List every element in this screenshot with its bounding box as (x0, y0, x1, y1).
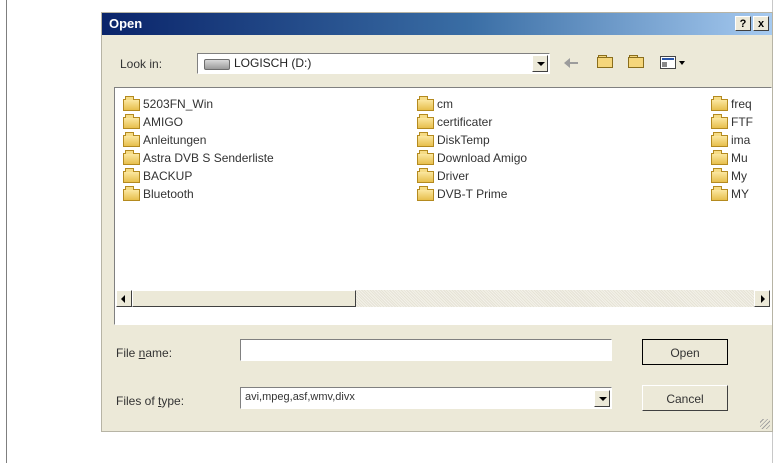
new-folder-icon[interactable] (626, 53, 648, 73)
folder-icon (123, 150, 140, 165)
look-in-label: Look in: (120, 57, 163, 71)
file-name-input[interactable] (240, 339, 612, 361)
folder-icon (711, 168, 728, 183)
files-of-type-select[interactable]: avi,mpeg,asf,wmv,divx (240, 387, 612, 409)
resize-grip-icon[interactable] (760, 419, 770, 429)
title-bar[interactable]: Open ? x (102, 13, 772, 35)
look-in-combo[interactable]: LOGISCH (D:) (197, 53, 550, 74)
files-of-type-value: avi,mpeg,asf,wmv,divx (245, 391, 355, 403)
folder-icon (417, 150, 434, 165)
folder-icon (711, 96, 728, 111)
dialog-title: Open (109, 16, 143, 31)
folder-icon (417, 132, 434, 147)
back-icon[interactable] (564, 53, 584, 73)
folder-icon (417, 96, 434, 111)
up-folder-icon[interactable] (595, 53, 617, 73)
file-name-label: File name: (116, 346, 173, 360)
folder-icon (417, 114, 434, 129)
open-dialog: Open ? x Look in: LOGISCH (D:) 5203FN_Wi… (101, 12, 773, 432)
folder-icon (417, 186, 434, 201)
scrollbar-thumb[interactable] (132, 290, 356, 307)
look-in-value: LOGISCH (D:) (234, 56, 312, 70)
open-button[interactable]: Open (642, 339, 728, 365)
files-of-type-label: Files of type: (116, 394, 185, 408)
drive-icon (204, 59, 230, 70)
folder-icon (711, 114, 728, 129)
folder-icon (123, 168, 140, 183)
folder-icon (123, 186, 140, 201)
page-frame-left (6, 0, 7, 463)
folder-icon (123, 114, 140, 129)
folder-icon (711, 132, 728, 147)
cancel-button[interactable]: Cancel (642, 385, 728, 411)
chevron-down-icon[interactable] (594, 390, 610, 407)
file-list[interactable]: 5203FN_Win AMIGO Anleitungen Astra DVB S… (114, 87, 772, 325)
help-button[interactable]: ? (735, 16, 751, 31)
scroll-right-icon[interactable] (754, 290, 770, 307)
folder-icon (711, 186, 728, 201)
views-icon[interactable] (658, 53, 688, 73)
horizontal-scrollbar[interactable] (116, 290, 770, 307)
folder-icon (711, 150, 728, 165)
folder-icon (123, 96, 140, 111)
chevron-down-icon[interactable] (532, 55, 548, 72)
close-button[interactable]: x (753, 16, 769, 31)
folder-icon (417, 168, 434, 183)
scroll-left-icon[interactable] (116, 290, 132, 307)
folder-icon (123, 132, 140, 147)
